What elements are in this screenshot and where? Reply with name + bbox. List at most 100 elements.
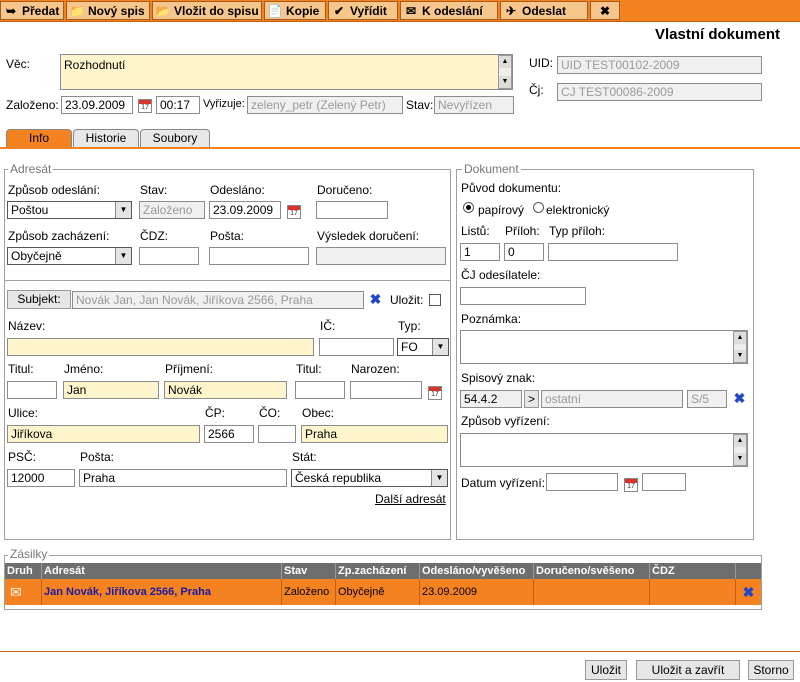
zpusob-odeslani-label: Způsob odeslání:: [8, 183, 101, 197]
zalozeno-time-value: 00:17: [160, 98, 191, 112]
ulozit-a-zavrit-button[interactable]: Uložit a zavřít: [636, 660, 740, 680]
listu-label: Listů:: [461, 224, 490, 238]
chevron-down-icon: ▼: [432, 339, 448, 355]
tab-historie[interactable]: Historie: [73, 129, 139, 147]
k-odeslani-button[interactable]: ✉ K odeslání: [400, 1, 498, 20]
prijmeni-input[interactable]: Novák: [164, 381, 287, 399]
spisovy-znak-select-button[interactable]: >: [524, 390, 539, 408]
titul2-label: Titul:: [296, 362, 322, 376]
datum-vyrizeni-input[interactable]: [546, 473, 618, 491]
listu-input[interactable]: 1: [460, 243, 500, 261]
close-icon: ✖: [599, 3, 611, 18]
vlozit-do-spisu-button[interactable]: 📂 Vložit do spisu: [152, 1, 262, 20]
zpusob-vyrizeni-textarea[interactable]: [460, 433, 748, 467]
poznamka-label: Poznámka:: [461, 312, 522, 326]
tab-info[interactable]: Info: [6, 129, 72, 147]
poznamka-textarea[interactable]: [460, 330, 748, 364]
priloh-input[interactable]: 0: [504, 243, 544, 261]
column-header: Doručeno/svěšeno: [533, 563, 650, 579]
prijmeni-value: Novák: [168, 383, 203, 397]
nazev-input[interactable]: [7, 338, 314, 356]
psc-input[interactable]: 12000: [7, 469, 75, 487]
dalsi-adresat-link[interactable]: Další adresát: [375, 492, 446, 506]
obec-input[interactable]: Praha: [301, 425, 448, 443]
elektronicky-label: elektronický: [546, 203, 610, 217]
zpusob-vyrizeni-scrollbar[interactable]: ▲ ▼: [733, 434, 747, 466]
posta-input[interactable]: [209, 247, 309, 265]
subjekt-button[interactable]: Subjekt:: [7, 290, 71, 309]
cp-input[interactable]: 2566: [204, 425, 254, 443]
posta2-input[interactable]: Praha: [79, 469, 287, 487]
ulozit-label: Uložit:: [390, 293, 424, 307]
tabs-underline: [0, 147, 800, 149]
typ-select[interactable]: FO ▼: [397, 338, 449, 356]
papirovy-radio[interactable]: [463, 202, 474, 213]
co-input[interactable]: [258, 425, 296, 443]
scroll-down-icon[interactable]: ▼: [499, 76, 511, 88]
posta-label: Pošta:: [210, 229, 245, 243]
zpusob-odeslani-select[interactable]: Poštou ▼: [7, 201, 132, 219]
ulozit-button[interactable]: Uložit: [585, 660, 627, 680]
tab-soubory[interactable]: Soubory: [140, 129, 210, 147]
vyridit-label: Vyřídit: [350, 3, 387, 18]
psc-label: PSČ:: [8, 450, 37, 464]
novy-spis-button[interactable]: 📁 Nový spis: [66, 1, 150, 20]
jmeno-value: Jan: [67, 383, 87, 397]
typ-priloh-label: Typ příloh:: [549, 224, 606, 238]
scroll-up-icon[interactable]: ▲: [499, 56, 511, 68]
spisovy-znak-skartace: S/5: [691, 392, 710, 406]
vec-textarea[interactable]: Rozhodnutí: [60, 54, 513, 90]
jmeno-input[interactable]: Jan: [63, 381, 159, 399]
column-header: Odesláno/vyvěšeno: [419, 563, 534, 579]
zalozeno-time-input[interactable]: 00:17: [156, 96, 200, 114]
kopie-button[interactable]: 📄 Kopie: [264, 1, 326, 20]
odeslat-label: Odeslat: [522, 3, 567, 18]
zalozeno-date-input[interactable]: 23.09.2009: [61, 96, 133, 114]
cas-vyrizeni-input[interactable]: [642, 473, 686, 491]
elektronicky-radio[interactable]: [533, 202, 544, 213]
scroll-up-icon[interactable]: ▲: [734, 435, 746, 447]
delete-zasilka-icon[interactable]: ✖: [743, 584, 755, 600]
storno-button[interactable]: Storno: [748, 660, 794, 680]
poznamka-scrollbar[interactable]: ▲ ▼: [733, 331, 747, 363]
predat-button[interactable]: ➥ Předat: [0, 1, 64, 20]
zpusob-zachazeni-select[interactable]: Obyčejně ▼: [7, 247, 132, 265]
footer-divider: [0, 651, 800, 652]
titul-input[interactable]: [7, 381, 57, 399]
zalozeno-label: Založeno:: [6, 98, 59, 112]
cj-odesilatele-input[interactable]: [460, 287, 586, 305]
close-button[interactable]: ✖: [590, 1, 620, 20]
calendar-icon[interactable]: 17: [138, 99, 152, 113]
send-icon: ✈: [505, 3, 517, 18]
calendar-icon[interactable]: 17: [287, 205, 301, 219]
stat-select[interactable]: Česká republika ▼: [291, 469, 448, 487]
ulozit-checkbox[interactable]: [429, 294, 441, 306]
delete-subjekt-icon[interactable]: ✖: [369, 292, 382, 306]
zpusob-zachazeni-label: Způsob zacházení:: [8, 229, 110, 243]
delete-spisovy-znak-icon[interactable]: ✖: [733, 391, 746, 405]
ulice-input[interactable]: Jiříkova: [7, 425, 200, 443]
calendar-icon[interactable]: 17: [624, 478, 638, 492]
cdz-input[interactable]: [139, 247, 199, 265]
spisovy-znak-desc-field: ostatní: [541, 390, 683, 408]
dokument-legend: Dokument: [462, 162, 521, 176]
doruceno-input[interactable]: [316, 201, 388, 219]
odeslano-cell: 23.09.2009: [419, 579, 534, 605]
scroll-down-icon[interactable]: ▼: [734, 350, 746, 362]
calendar-icon[interactable]: 17: [428, 386, 442, 400]
adresat-cell[interactable]: Jan Novák, Jiříkova 2566, Praha: [41, 579, 282, 605]
table-row[interactable]: ✉ Jan Novák, Jiříkova 2566, Praha Založe…: [5, 579, 761, 605]
scroll-up-icon[interactable]: ▲: [734, 332, 746, 344]
vec-scrollbar[interactable]: ▲ ▼: [498, 55, 512, 89]
odeslano-input[interactable]: 23.09.2009: [209, 201, 281, 219]
titul2-input[interactable]: [295, 381, 345, 399]
vyridit-button[interactable]: ✔ Vyřídit: [328, 1, 398, 20]
cp-value: 2566: [208, 427, 235, 441]
priloh-label: Příloh:: [505, 224, 540, 238]
ic-input[interactable]: [319, 338, 394, 356]
odeslat-button[interactable]: ✈ Odeslat: [500, 1, 588, 20]
typ-priloh-input[interactable]: [548, 243, 678, 261]
narozen-input[interactable]: [350, 381, 422, 399]
scroll-down-icon[interactable]: ▼: [734, 453, 746, 465]
column-header: [736, 563, 762, 579]
